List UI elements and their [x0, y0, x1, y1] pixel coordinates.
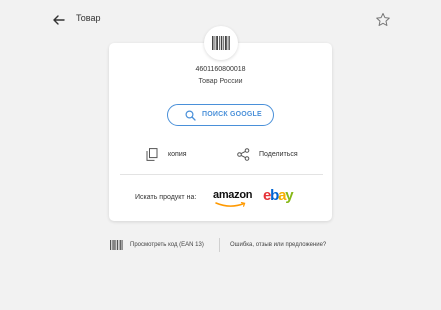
amazon-smile-icon: [215, 202, 246, 207]
footer-separator: [219, 238, 220, 252]
divider: [120, 174, 323, 175]
share-label: Поделиться: [259, 151, 298, 158]
ebay-letter-y: y: [285, 187, 293, 204]
arrow-left-icon: [53, 15, 65, 25]
share-button[interactable]: Поделиться: [237, 146, 312, 164]
amazon-link[interactable]: amazon: [213, 189, 253, 207]
ebay-letter-a: a: [278, 187, 286, 204]
view-code-link[interactable]: Просмотреть код (EAN 13): [130, 242, 204, 248]
ebay-letter-b: b: [270, 187, 279, 204]
copy-button[interactable]: копия: [146, 146, 206, 164]
star-outline-icon: [376, 13, 390, 26]
share-icon: [237, 148, 250, 161]
barcode-small-icon: [110, 240, 123, 250]
search-icon: [185, 110, 196, 121]
amazon-logo-text: amazon: [213, 189, 253, 201]
google-search-button[interactable]: ПОИСК GOOGLE: [167, 104, 274, 126]
copy-label: копия: [168, 151, 187, 158]
back-button[interactable]: [50, 11, 68, 29]
barcode-number: 4601160800018: [195, 66, 246, 73]
ebay-link[interactable]: ebay: [263, 186, 301, 206]
page-title: Товар: [76, 13, 101, 23]
shop-search-label: Искать продукт на:: [135, 194, 197, 201]
copy-icon: [146, 148, 158, 161]
ebay-letter-e: e: [263, 187, 271, 204]
barcode-badge: [204, 26, 238, 60]
google-search-label: ПОИСК GOOGLE: [202, 111, 262, 118]
product-origin: Товар России: [198, 78, 243, 85]
feedback-link[interactable]: Ошибка, отзыв или предложение?: [230, 242, 326, 248]
favorite-button[interactable]: [374, 11, 392, 29]
barcode-icon: [212, 36, 230, 50]
